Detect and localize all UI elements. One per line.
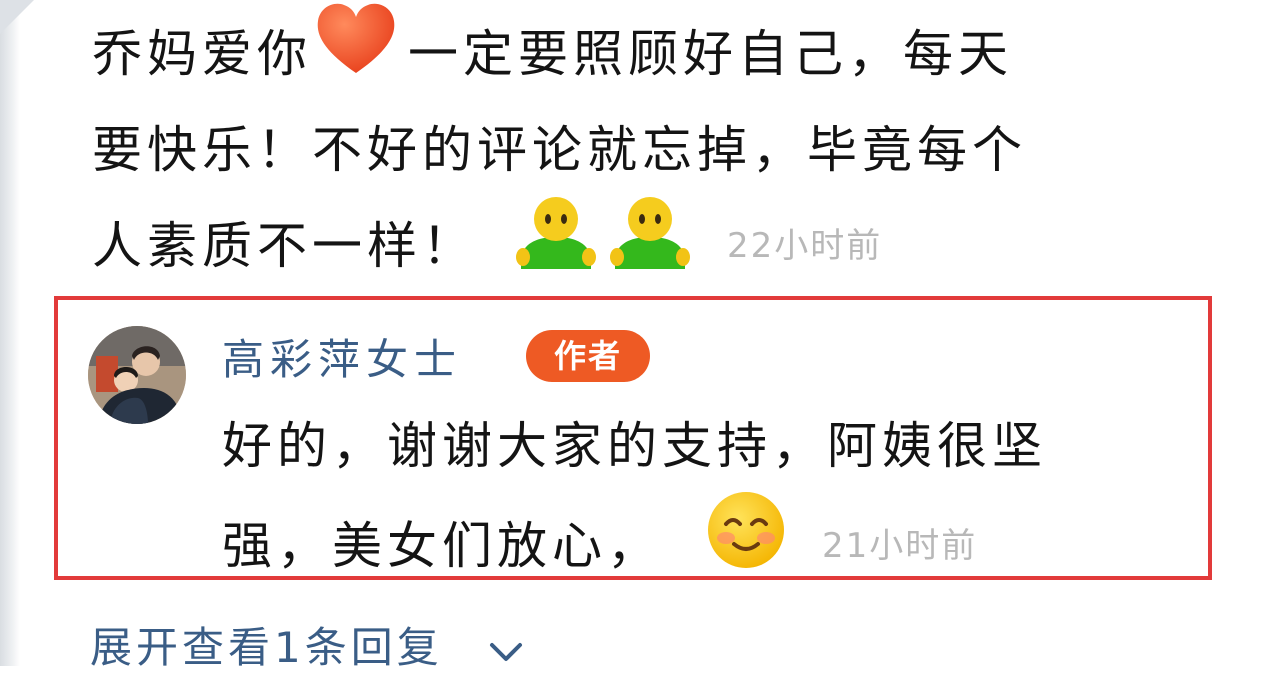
comment-line-2: 要快乐！不好的评论就忘掉，毕竟每个 [92, 102, 1222, 198]
comment-line-3: 人素质不一样！ 22小时前 [92, 196, 1222, 294]
reply-line-2: 强，美女们放心， 21小时前 [222, 491, 1212, 596]
comment-text-part-2: 一定要照顾好自己，每天 [408, 25, 1013, 83]
reply-text-line-1: 好的，谢谢大家的支持，阿姨很坚 [222, 417, 1047, 475]
comment-timestamp: 22小时前 [727, 226, 883, 266]
reply-line-1: 好的，谢谢大家的支持，阿姨很坚 [222, 396, 1212, 496]
comment-line-1: 乔妈爱你 一定要照顾好自己，每天 [92, 3, 1222, 102]
smiling-face-emoji-icon [706, 490, 786, 603]
window-left-edge [0, 0, 20, 666]
author-badge: 作者 [526, 330, 650, 382]
comment-text-line-2: 要快乐！不好的评论就忘掉，毕竟每个 [92, 121, 1027, 179]
chevron-down-icon [486, 626, 526, 675]
avatar[interactable] [88, 326, 186, 424]
comment-body: 乔妈爱你 一定要照顾好自己，每天 要快乐！不好的评论就忘掉，毕竟每个 人素质不一… [92, 3, 1222, 294]
comment-text-line-3: 人素质不一样！ [92, 217, 477, 275]
reply-body: 好的，谢谢大家的支持，阿姨很坚 强，美女们放心， 21小时前 [222, 396, 1212, 596]
reply-timestamp: 21小时前 [822, 526, 978, 566]
green-person-emoji-icon [515, 191, 597, 302]
reply-text-line-2: 强，美女们放心， [222, 517, 662, 575]
reply-username[interactable]: 高彩萍女士 [222, 326, 462, 387]
heart-icon [314, 1, 398, 108]
expand-replies-label: 展开查看1条回复 [90, 623, 443, 672]
green-person-emoji-icon [609, 191, 691, 302]
comment-text-part-1: 乔妈爱你 [92, 25, 312, 83]
